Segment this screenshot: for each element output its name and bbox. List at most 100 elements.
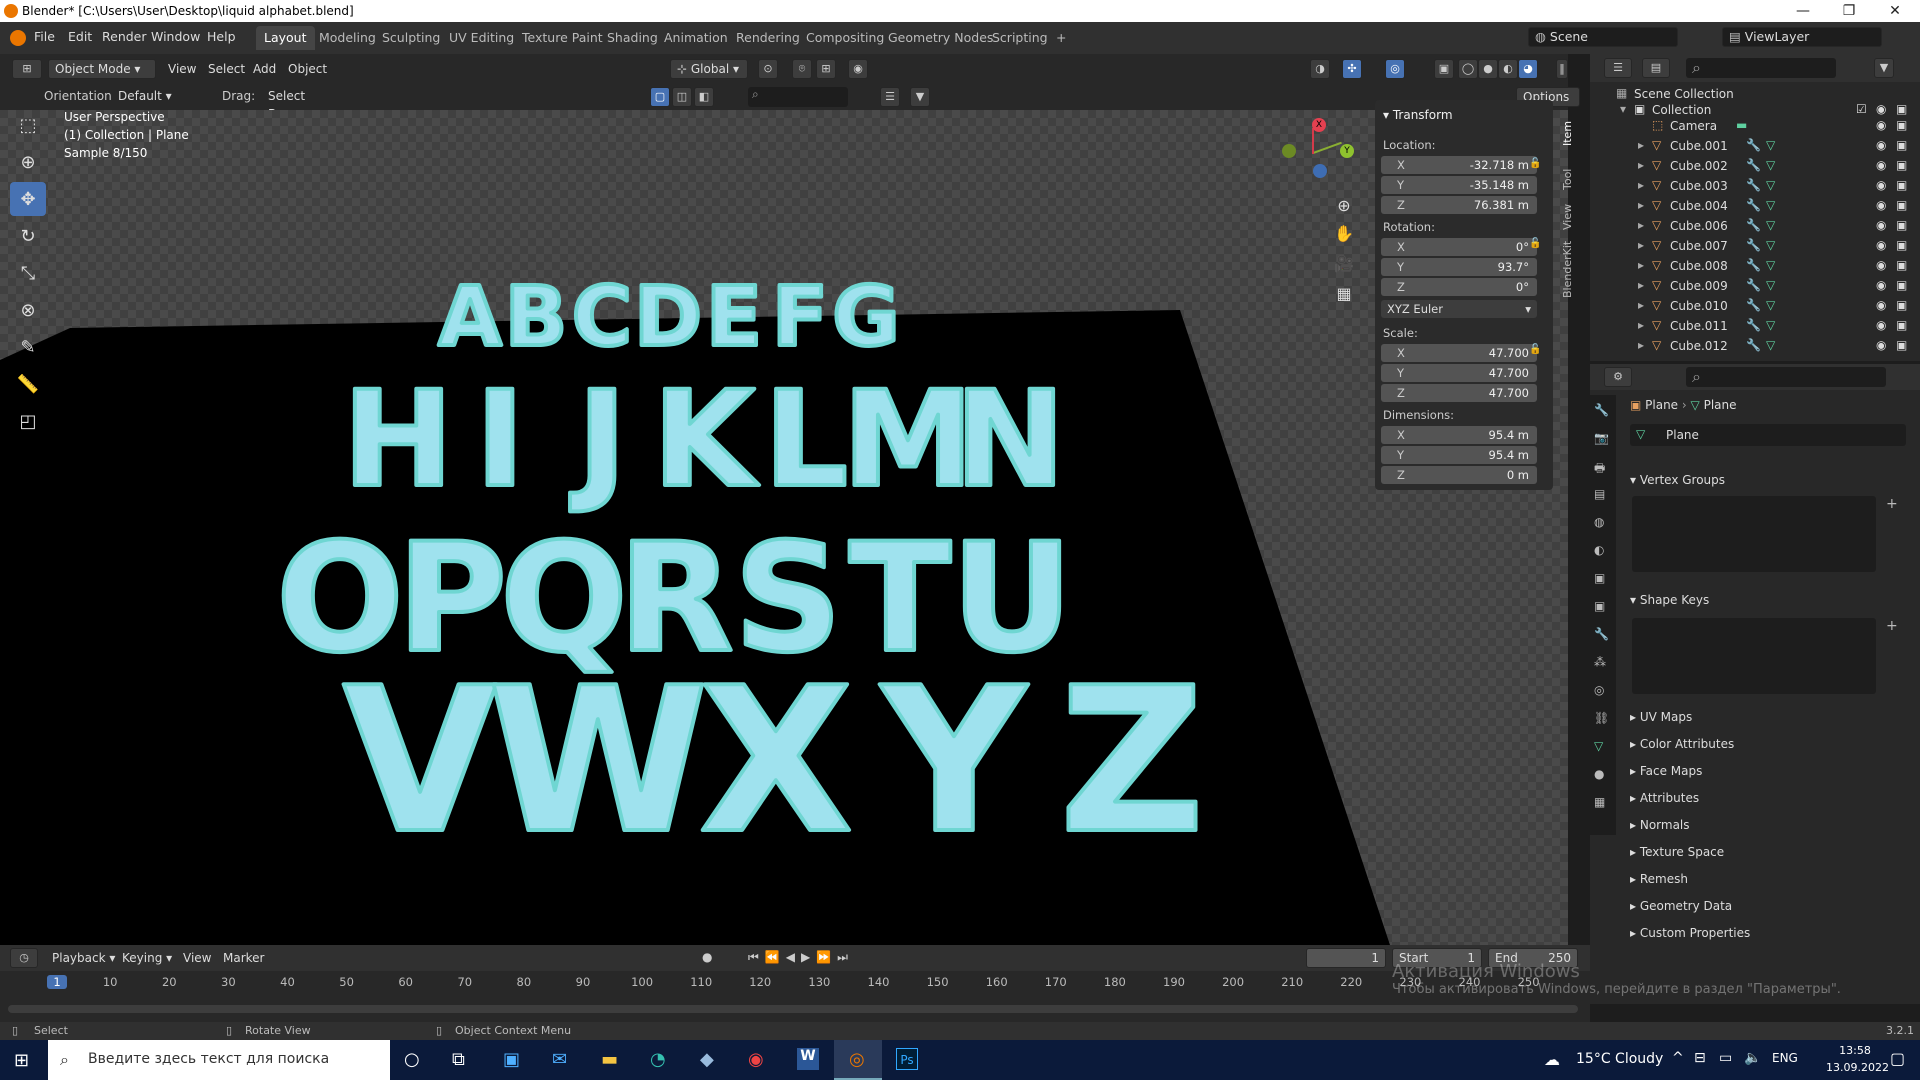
camera-render-icon[interactable]: ▣ [1896,158,1907,172]
properties-search-input[interactable]: ⌕ [1686,367,1886,387]
camera-render-icon[interactable]: ▣ [1896,198,1907,212]
eye-icon[interactable]: ◉ [1876,198,1886,212]
tray-chevron-icon[interactable]: ^ [1672,1050,1684,1066]
app-icon[interactable]: ◆ [700,1049,714,1070]
eye-icon[interactable]: ◉ [1876,258,1886,272]
vertex-groups-panel-header[interactable]: ▾ Vertex Groups [1630,473,1908,495]
timeline-editor-type-icon[interactable]: ◷ [10,948,38,968]
camera-render-icon[interactable]: ▣ [1896,338,1907,352]
transform-orientation[interactable]: ⊹ Global ▾ [670,59,748,79]
shape-keys-panel-header[interactable]: ▾ Shape Keys [1630,593,1908,615]
expand-icon[interactable]: ▸ [1638,238,1644,252]
rotation-z-field[interactable]: Z 0° [1381,278,1537,296]
lock-icon[interactable]: 🔓 [1529,238,1541,249]
eye-icon[interactable]: ◉ [1876,178,1886,192]
collection-icon[interactable]: ▣ [1594,571,1605,585]
mail-icon[interactable]: ✉ [552,1049,567,1070]
pivot-icon[interactable]: ⊙ [758,59,778,79]
clock-time[interactable]: 13:58 [1830,1044,1880,1057]
select-subtract-icon[interactable]: ◧ [694,87,714,107]
shape-keys-list[interactable] [1632,618,1876,694]
mode-selector[interactable]: Object Mode ▾ [48,59,156,79]
eye-icon[interactable]: ◉ [1876,138,1886,152]
location-z-field[interactable]: Z 76.381 m [1381,196,1537,214]
taskbar-search[interactable]: ⌕ Введите здесь текст для поиска [48,1040,390,1080]
texture-icon[interactable]: ▦ [1594,795,1605,809]
material-icon[interactable]: ● [1594,767,1604,781]
property-section-header[interactable]: ▸ UV Maps [1630,710,1908,732]
expand-icon[interactable]: ▸ [1638,318,1644,332]
tab-uv-editing[interactable]: UV Editing [441,26,522,50]
camera-render-icon[interactable]: ▣ [1896,278,1907,292]
vertex-groups-list[interactable] [1632,496,1876,572]
menu-edit[interactable]: Edit [68,29,92,44]
blender-taskbar-button[interactable]: ◎ [834,1040,882,1080]
object-icon[interactable]: ▣ [1594,599,1605,613]
outliner-item-label[interactable]: Cube.011 [1670,319,1728,333]
property-section-header[interactable]: ▸ Remesh [1630,872,1908,894]
expand-icon[interactable]: ▸ [1638,258,1644,272]
menu-add[interactable]: Add [253,62,276,76]
menu-window[interactable]: Window [151,29,200,44]
material-shading-icon[interactable]: ◐ [1498,59,1518,79]
cortana-icon[interactable]: ○ [404,1049,420,1070]
menu-keying[interactable]: Keying ▾ [122,951,172,965]
visibility-icon[interactable]: ◑ [1310,59,1330,79]
tab-modeling[interactable]: Modeling [311,26,384,50]
tab-animation[interactable]: Animation [656,26,736,50]
physics-icon[interactable]: ◎ [1594,683,1604,697]
lock-icon[interactable]: 🔓 [1529,344,1541,355]
expand-icon[interactable]: ▸ [1638,218,1644,232]
select-tool-icon[interactable]: ⬚ [10,108,46,142]
location-x-field[interactable]: X -32.718 m [1381,156,1537,174]
expand-icon[interactable]: ▸ [1638,178,1644,192]
camera-render-icon[interactable]: ▣ [1896,298,1907,312]
dimensions-x-field[interactable]: X 95.4 m [1381,426,1537,444]
transform-panel-title[interactable]: ▾ Transform [1383,108,1453,122]
file-explorer-icon[interactable]: ▬ [601,1049,618,1070]
sidebar-tab-view[interactable]: View [1561,194,1575,230]
minimize-button[interactable]: — [1780,0,1826,22]
camera-render-icon[interactable]: ▣ [1896,218,1907,232]
dimensions-y-field[interactable]: Y 95.4 m [1381,446,1537,464]
timeline-scrollbar[interactable] [8,1005,1578,1013]
dimensions-z-field[interactable]: Z 0 m [1381,466,1537,484]
zoom-icon[interactable]: ⊕ [1334,196,1354,215]
property-section-header[interactable]: ▸ Geometry Data [1630,899,1908,921]
record-icon[interactable]: ● [702,950,712,964]
menu-render[interactable]: Render [102,29,147,44]
clock-date[interactable]: 13.09.2022 [1826,1061,1889,1074]
add-cube-tool-icon[interactable]: ◰ [10,404,46,438]
task-view-icon[interactable]: ⧉ [452,1049,465,1070]
outliner-item-label[interactable]: Cube.010 [1670,299,1728,313]
proportional-edit-icon[interactable]: ◉ [848,59,868,79]
properties-editor-type-icon[interactable]: ⚙ [1604,367,1632,387]
sidebar-tab-tool[interactable]: Tool [1561,154,1575,190]
outliner-item-label[interactable]: Cube.004 [1670,199,1728,213]
mesh-data-icon[interactable]: ▽ [1594,739,1603,753]
snap-icon[interactable]: ⌾ [792,59,812,79]
scale-x-field[interactable]: X 47.700 [1381,344,1537,362]
expand-icon[interactable]: ▸ [1638,198,1644,212]
select-extend-icon[interactable]: ◫ [672,87,692,107]
tab-texture-paint[interactable]: Texture Paint [514,26,611,50]
menu-marker[interactable]: Marker [223,951,264,965]
weather-text[interactable]: 15°C Cloudy [1576,1051,1663,1067]
gizmo-z-handle[interactable] [1313,164,1327,178]
eye-icon[interactable]: ◉ [1876,298,1886,312]
display-mode-icon[interactable]: ▤ [1642,58,1670,78]
menu-playback[interactable]: Playback ▾ [52,951,115,965]
xray-icon[interactable]: ▣ [1434,59,1454,79]
outliner-collection[interactable]: Collection [1652,103,1711,117]
world-icon[interactable]: ◐ [1594,543,1604,557]
scale-y-field[interactable]: Y 47.700 [1381,364,1537,382]
constraints-icon[interactable]: ⛓ [1594,711,1609,725]
location-y-field[interactable]: Y -35.148 m [1381,176,1537,194]
annotate-tool-icon[interactable]: ✎ [10,330,46,364]
view-filter-icon[interactable]: ☰ [880,87,900,107]
navigation-gizmo[interactable]: X Y [1278,118,1354,188]
current-frame-field[interactable]: 1 [1306,948,1386,968]
outliner-editor-type-icon[interactable]: ☰ [1604,58,1632,78]
gizmo-x-handle[interactable]: X [1312,118,1326,132]
outliner-scene-collection[interactable]: Scene Collection [1634,87,1734,101]
